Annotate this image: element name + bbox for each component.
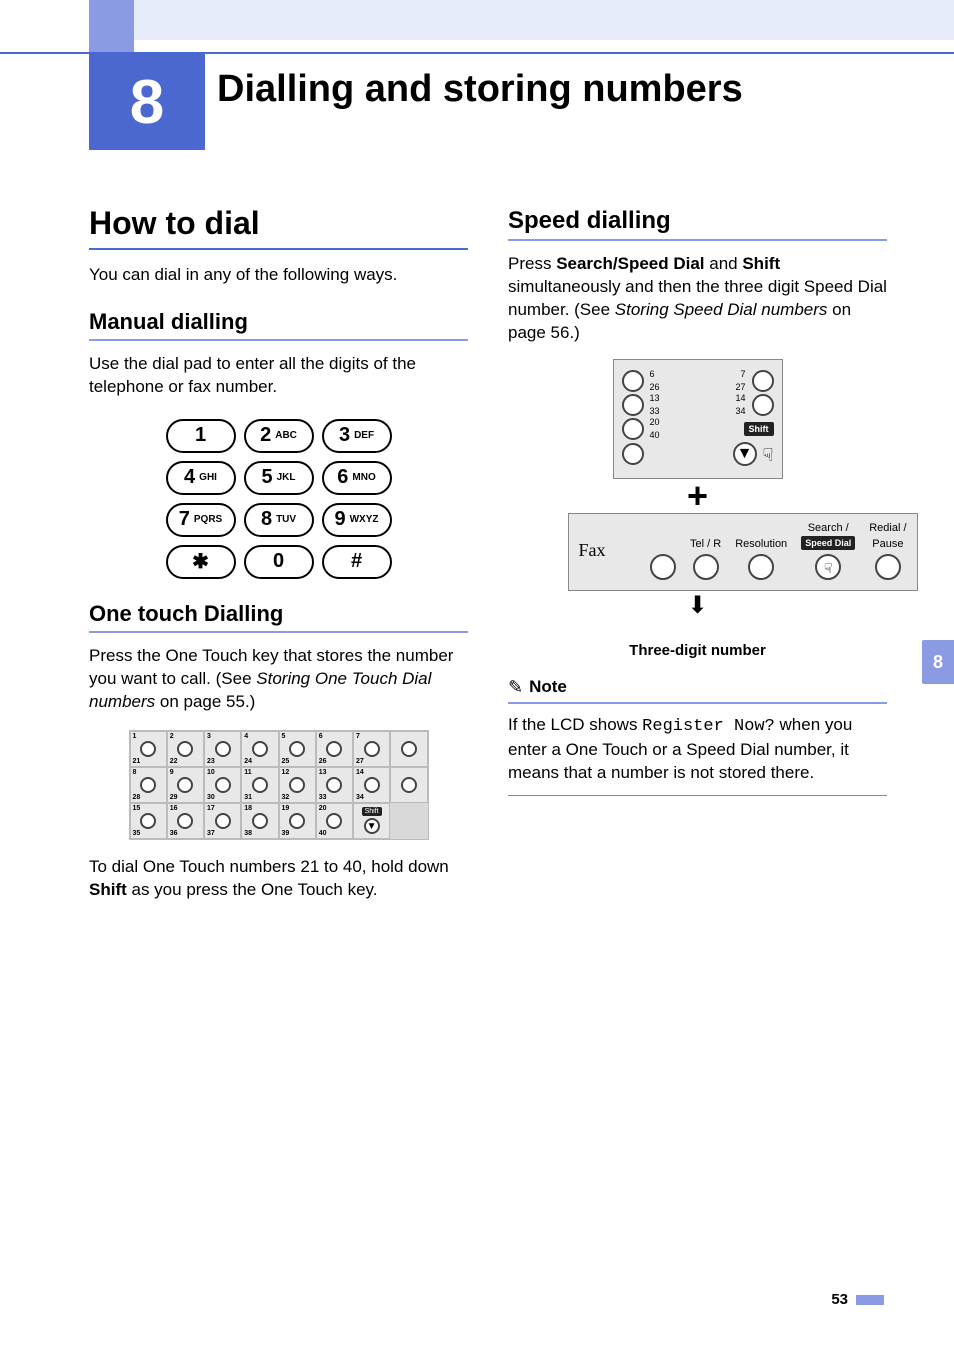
speed-dialling-heading: Speed dialling — [508, 207, 887, 235]
down-arrow-icon: ⬇ — [568, 591, 828, 620]
one-touch-cell: 1636 — [167, 803, 204, 839]
dial-key: # — [322, 545, 392, 579]
one-touch-cell: 1333 — [316, 767, 353, 803]
dial-key: 2ABC — [244, 419, 314, 453]
speed-dial-diagram: 626727133314342040Shift▼☟ + Fax Tel / R R… — [568, 359, 828, 659]
chapter-number-badge: 8 — [89, 54, 205, 150]
redial-pause-button: Redial /Pause — [869, 522, 906, 580]
one-touch-cell: 1737 — [204, 803, 241, 839]
fax-button-row: Fax Tel / R Resolution Search /Speed Dial☟… — [568, 513, 918, 591]
sd-row: 2040Shift — [622, 418, 774, 440]
dial-key: ✱ — [166, 545, 236, 579]
one-touch-cell: 1232 — [279, 767, 316, 803]
how-to-dial-intro: You can dial in any of the following way… — [89, 264, 468, 287]
dial-pad: 12ABC3DEF 4GHI5JKL6MNO 7PQRS8TUV9WXYZ ✱0# — [166, 419, 392, 579]
dial-key: 1 — [166, 419, 236, 453]
one-touch-heading: One touch Dialling — [89, 601, 468, 627]
one-touch-cell — [390, 731, 427, 767]
manual-dialling-heading: Manual dialling — [89, 309, 468, 335]
one-touch-cell: 1030 — [204, 767, 241, 803]
dial-key: 8TUV — [244, 503, 314, 537]
dial-key: 3DEF — [322, 419, 392, 453]
note-title: Note — [529, 677, 567, 697]
speed-dialling-body: Press Search/Speed Dial and Shift simult… — [508, 253, 887, 345]
tel-r-button: Tel / R — [690, 538, 721, 580]
one-touch-cell: 525 — [279, 731, 316, 767]
one-touch-cell: 626 — [316, 731, 353, 767]
one-touch-body2: To dial One Touch numbers 21 to 40, hold… — [89, 856, 468, 902]
diagram-caption: Three-digit number — [568, 642, 828, 659]
dial-key: 9WXYZ — [322, 503, 392, 537]
chapter-title: Dialling and storing numbers — [217, 68, 743, 111]
dial-key: 4GHI — [166, 461, 236, 495]
header-decoration — [0, 0, 954, 52]
right-column: Speed dialling Press Search/Speed Dial a… — [508, 195, 887, 916]
one-touch-cell: 1838 — [241, 803, 278, 839]
dial-key: 6MNO — [322, 461, 392, 495]
one-touch-cell: 727 — [353, 731, 390, 767]
dial-key: 7PQRS — [166, 503, 236, 537]
note-body: If the LCD shows Register Now? when you … — [508, 714, 887, 785]
one-touch-cell: 222 — [167, 731, 204, 767]
one-touch-cell: 424 — [241, 731, 278, 767]
fax-circle — [650, 538, 676, 580]
one-touch-cell: 323 — [204, 731, 241, 767]
sd-shift-press: ▼☟ — [622, 442, 774, 466]
note-icon: ✎ — [508, 677, 523, 698]
manual-dialling-body: Use the dial pad to enter all the digits… — [89, 353, 468, 399]
one-touch-cell: 1131 — [241, 767, 278, 803]
search-speed-dial-button: Search /Speed Dial☟ — [801, 522, 855, 580]
dial-key: 0 — [244, 545, 314, 579]
page-number: 53 — [831, 1291, 884, 1308]
one-touch-cell: 828 — [130, 767, 167, 803]
one-touch-cell: 121 — [130, 731, 167, 767]
side-tab: 8 — [922, 640, 954, 684]
one-touch-cell: 1434 — [353, 767, 390, 803]
one-touch-cell: 2040 — [316, 803, 353, 839]
one-touch-cell: 929 — [167, 767, 204, 803]
sd-row: 13331434 — [622, 394, 774, 416]
note-header: ✎ Note — [508, 677, 887, 698]
one-touch-cell: 1535 — [130, 803, 167, 839]
fax-label: Fax — [579, 540, 606, 561]
how-to-dial-heading: How to dial — [89, 205, 468, 242]
dial-key: 5JKL — [244, 461, 314, 495]
one-touch-shift: Shift▼ — [353, 803, 390, 839]
one-touch-cell: 1939 — [279, 803, 316, 839]
resolution-button: Resolution — [735, 538, 787, 580]
one-touch-cell — [390, 767, 427, 803]
one-touch-grid: 1212223234245256267278289291030113112321… — [129, 730, 429, 840]
sd-row: 626727 — [622, 370, 774, 392]
left-column: How to dial You can dial in any of the f… — [89, 195, 468, 916]
one-touch-body: Press the One Touch key that stores the … — [89, 645, 468, 714]
plus-icon: + — [568, 475, 828, 517]
